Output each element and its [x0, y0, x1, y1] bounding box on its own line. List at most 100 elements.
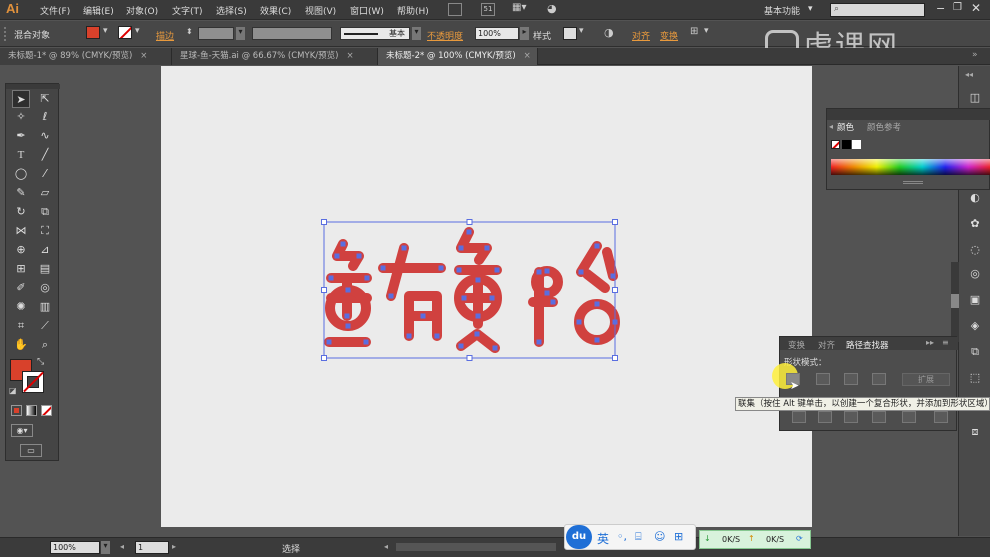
- panel-menu-icon[interactable]: ▾: [704, 26, 709, 36]
- anchor-point[interactable]: [612, 319, 618, 325]
- stroke-panel-icon[interactable]: ◌: [967, 242, 983, 258]
- stroke-dropdown-icon[interactable]: ▾: [135, 26, 140, 36]
- appearance-panel-icon[interactable]: ◎: [967, 266, 983, 282]
- default-colors-icon[interactable]: ◪: [9, 386, 17, 395]
- isolate-group-icon[interactable]: ⊞: [690, 26, 698, 37]
- graphic-styles-panel-icon[interactable]: ▣: [967, 292, 983, 308]
- color-panel-icon[interactable]: ◐: [967, 190, 983, 206]
- tab-color-guide[interactable]: 颜色参考: [867, 121, 901, 133]
- menu-help[interactable]: 帮助(H): [397, 4, 429, 17]
- anchor-point[interactable]: [536, 339, 542, 345]
- tab-document-1[interactable]: 未标题-1* @ 89% (CMYK/预览) ×: [0, 48, 172, 65]
- anchor-point[interactable]: [461, 295, 467, 301]
- pathfinder-panel-icon[interactable]: ⧈: [967, 424, 983, 440]
- none-swatch[interactable]: [831, 140, 840, 149]
- panel-collapse-icon[interactable]: ▸▸: [926, 338, 934, 347]
- anchor-point[interactable]: [345, 287, 351, 293]
- pen-tool-icon[interactable]: ✒: [12, 127, 30, 145]
- stroke-weight-field[interactable]: [198, 27, 234, 40]
- lasso-tool-icon[interactable]: ℓ: [36, 108, 54, 126]
- dock-scrollbar[interactable]: [951, 262, 959, 342]
- magic-wand-tool-icon[interactable]: ✧: [12, 108, 30, 126]
- exclude-button[interactable]: [872, 373, 886, 385]
- anchor-point[interactable]: [458, 245, 464, 251]
- anchor-point[interactable]: [438, 265, 444, 271]
- stock-badge[interactable]: 51: [481, 3, 495, 16]
- crop-button[interactable]: [872, 411, 886, 423]
- panel-menu-icon[interactable]: ≡: [942, 338, 949, 347]
- anchor-point[interactable]: [544, 290, 550, 296]
- transform-panel-icon[interactable]: ⬚: [967, 370, 983, 386]
- stroke-weight-stepper[interactable]: ⬍: [186, 27, 197, 40]
- black-swatch[interactable]: [842, 140, 851, 149]
- eyedropper-tool-icon[interactable]: ✐: [12, 279, 30, 297]
- brush-definition[interactable]: 基本: [340, 27, 410, 40]
- artboards-panel-icon[interactable]: ◫: [967, 90, 983, 106]
- tab-align[interactable]: 对齐: [818, 339, 835, 351]
- stroke-weight-dropdown[interactable]: ▾: [236, 27, 245, 40]
- arrange-documents-icon[interactable]: ▦▾: [512, 2, 532, 16]
- anchor-point[interactable]: [420, 313, 426, 319]
- scale-tool-icon[interactable]: ⧉: [36, 203, 54, 221]
- hand-tool-icon[interactable]: ✋: [12, 336, 30, 354]
- toolbox-header[interactable]: [6, 84, 60, 89]
- ime-menu-icon[interactable]: ⊞: [674, 530, 683, 543]
- ime-language-toggle[interactable]: 英: [597, 530, 609, 547]
- rotate-tool-icon[interactable]: ↻: [12, 203, 30, 221]
- artboard-number-field[interactable]: 1: [135, 541, 169, 554]
- scroll-left-icon[interactable]: ◂: [384, 542, 388, 551]
- tab-pathfinder[interactable]: 路径查找器: [846, 339, 889, 351]
- anchor-point[interactable]: [576, 319, 582, 325]
- zoom-tool-icon[interactable]: ⌕: [36, 336, 54, 354]
- workspace-switcher[interactable]: 基本功能: [764, 4, 800, 17]
- anchor-point[interactable]: [594, 301, 600, 307]
- anchor-point[interactable]: [456, 267, 462, 273]
- screen-mode-icon[interactable]: ▭: [20, 444, 42, 457]
- anchor-point[interactable]: [364, 275, 370, 281]
- brushes-panel-icon[interactable]: ✿: [967, 216, 983, 232]
- draw-mode-icon[interactable]: ◉▾: [11, 424, 33, 437]
- anchor-point[interactable]: [578, 269, 584, 275]
- toolbox-icon[interactable]: ⌸: [635, 530, 642, 544]
- search-input[interactable]: ⌕: [830, 3, 925, 17]
- gpu-icon[interactable]: ◕: [547, 2, 561, 16]
- tab-color[interactable]: 颜色: [837, 121, 854, 133]
- eraser-tool-icon[interactable]: ▱: [36, 184, 54, 202]
- fill-swatch[interactable]: [86, 26, 100, 39]
- punctuation-icon[interactable]: ◦,: [617, 530, 627, 543]
- panel-collapse-icon[interactable]: ◂: [829, 122, 833, 131]
- panel-resize-grip[interactable]: [903, 181, 923, 184]
- blend-tool-icon[interactable]: ◎: [36, 279, 54, 297]
- anchor-point[interactable]: [380, 265, 386, 271]
- menu-object[interactable]: 对象(O): [126, 4, 158, 17]
- selection-tool-icon[interactable]: ➤: [12, 90, 30, 108]
- tab-document-3[interactable]: 未标题-2* @ 100% (CMYK/预览) ×: [378, 48, 538, 65]
- expand-button[interactable]: 扩展: [902, 373, 950, 386]
- swap-colors-icon[interactable]: ⤡: [37, 357, 44, 367]
- minus-front-button[interactable]: [816, 373, 830, 385]
- stroke-color-box[interactable]: [22, 371, 44, 393]
- line-tool-icon[interactable]: ╱: [36, 146, 54, 164]
- stroke-label[interactable]: 描边: [156, 29, 174, 42]
- graphic-style-swatch[interactable]: [563, 27, 577, 40]
- align-link[interactable]: 对齐: [632, 29, 650, 42]
- menu-edit[interactable]: 编辑(E): [83, 4, 114, 17]
- anchor-point[interactable]: [406, 333, 412, 339]
- style-dropdown-icon[interactable]: ▾: [579, 26, 584, 36]
- anchor-point[interactable]: [388, 293, 394, 299]
- artboard[interactable]: [161, 66, 812, 527]
- chevron-down-icon[interactable]: ▾: [808, 4, 813, 14]
- links-panel-icon[interactable]: ⧉: [967, 344, 983, 360]
- dock-collapse-icon[interactable]: ◂◂: [965, 70, 985, 80]
- baidu-ime-logo[interactable]: du: [566, 525, 592, 549]
- paintbrush-tool-icon[interactable]: ⁄: [36, 165, 54, 183]
- white-swatch[interactable]: [852, 140, 861, 149]
- anchor-point[interactable]: [334, 253, 340, 259]
- anchor-point[interactable]: [356, 253, 362, 259]
- none-mode-icon[interactable]: [41, 405, 52, 416]
- zoom-dropdown[interactable]: ▾: [101, 541, 110, 554]
- prev-artboard-icon[interactable]: ◂: [120, 542, 124, 551]
- anchor-point[interactable]: [550, 299, 556, 305]
- color-panel-header[interactable]: [827, 109, 990, 120]
- grip-handle[interactable]: [4, 27, 7, 41]
